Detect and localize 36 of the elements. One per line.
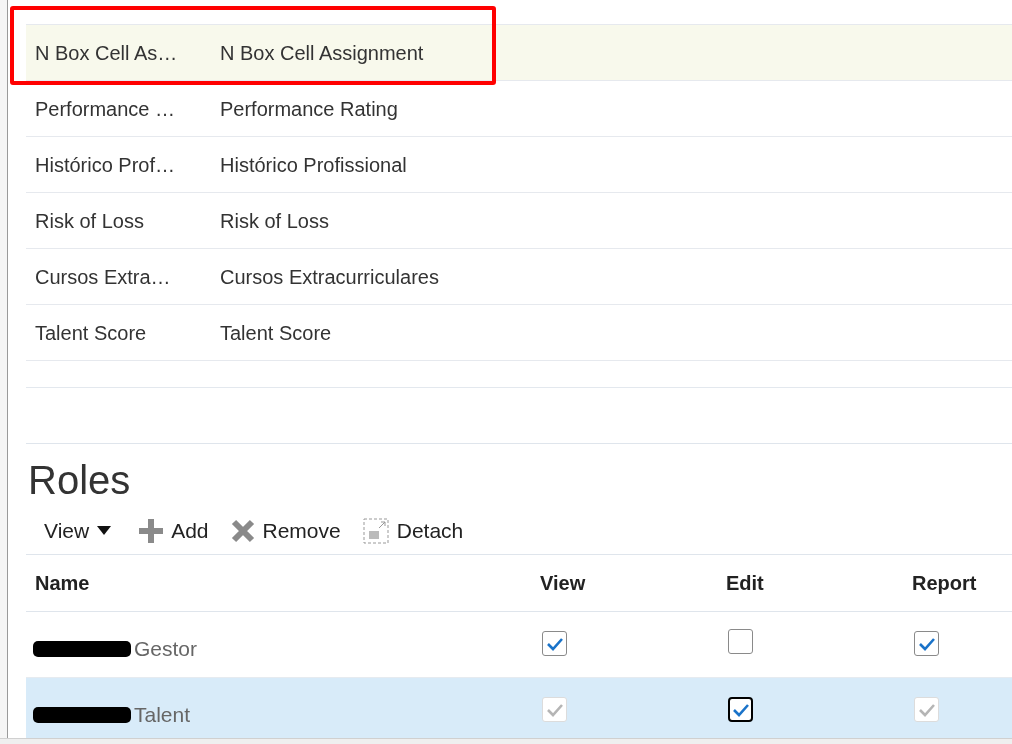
detach-icon [362,518,389,544]
dropdown-caret-icon [97,526,112,536]
close-icon [230,519,255,543]
column-header: View [539,571,587,596]
checkbox[interactable] [728,628,753,654]
table-cell-text: Performance Rating [219,96,398,122]
table-cell-text: Talent Score [219,320,332,346]
table-cell-text: Histórico Profissional [219,152,407,178]
plus-icon [139,519,164,543]
check-icon [917,636,936,651]
table-cell-text: Histórico Prof… [34,152,177,178]
section-title: Roles [28,460,132,500]
toolbar-button[interactable]: Detach [362,515,464,547]
checkbox[interactable] [542,631,567,657]
role-name: Talent [134,701,191,728]
table-cell-text: Cursos Extracurriculares [219,264,439,290]
toolbar-button[interactable]: Remove [230,515,341,547]
column-header: Report [911,571,978,596]
table-cell-text: N Box Cell As… [34,40,179,66]
check-icon [917,702,936,717]
table-cell-text: Risk of Loss [34,208,145,234]
table-cell-text: Cursos Extra… [34,264,172,290]
table-cell-text: N Box Cell Assignment [219,40,424,66]
role-name: Gestor [134,635,198,662]
check-icon [545,702,564,717]
table-cell-text: Talent Score [34,320,148,346]
check-icon [545,636,564,651]
checkbox[interactable] [728,697,753,723]
checkbox[interactable] [914,631,939,657]
column-header: Edit [725,571,765,596]
table-cell-text: Risk of Loss [219,208,329,234]
view-menu-button[interactable]: View [44,515,112,547]
column-header: Name [34,571,91,596]
check-icon [731,702,750,717]
table-cell-text: Performance … [34,96,177,122]
toolbar-button[interactable]: Add [139,515,209,547]
